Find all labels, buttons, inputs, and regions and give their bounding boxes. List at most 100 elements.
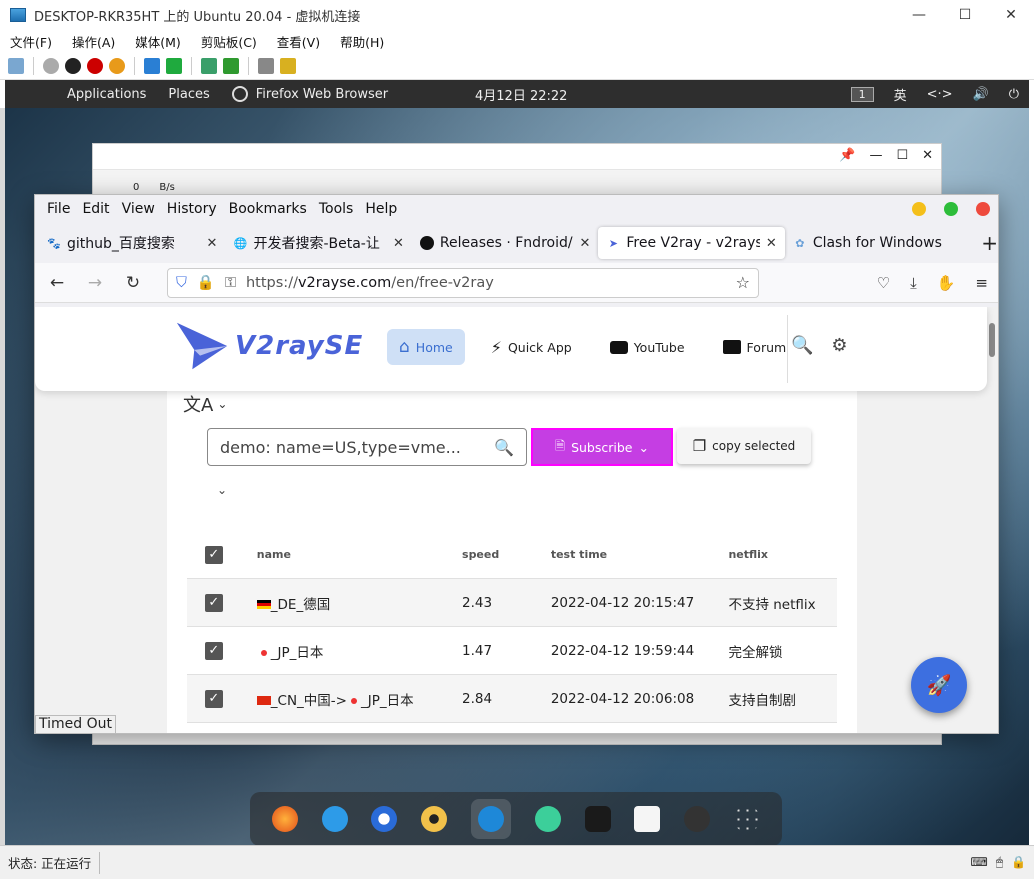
filter-input[interactable]: demo: name=US,type=vme... 🔍 [207,428,527,466]
volume-icon[interactable]: 🔊 [973,87,989,102]
nav-forum[interactable]: Forum [711,329,799,365]
workspace-indicator[interactable]: 1 [850,86,874,102]
input-method-indicator[interactable]: 英 [894,85,907,104]
ctrl-alt-del-icon[interactable] [8,57,24,74]
tab-close-icon[interactable]: ✕ [579,236,590,251]
extension-icon[interactable]: ✋ [937,274,956,292]
start-icon[interactable] [43,57,59,74]
subscribe-button[interactable]: 🗎 Subscribe ⌄ [531,428,673,466]
menu-view[interactable]: View [116,201,161,217]
menu-view[interactable]: 查看(V) [267,32,330,51]
select-all-checkbox[interactable]: ✓ [205,545,223,564]
places-menu[interactable]: Places [168,87,209,102]
tab-close-icon[interactable]: ✕ [393,236,404,251]
language-switcher[interactable]: 文A ⌄ [183,391,227,417]
maximize-dot[interactable] [944,202,958,216]
tab-releases[interactable]: Releases · Fndroid/ ✕ [412,227,598,259]
screenshot-dock-icon[interactable] [634,806,661,832]
tab-close-icon[interactable]: ✕ [766,236,777,251]
table-row[interactable]: ✓ _DE_德国 2.43 2022-04-12 20:15:47 不支持 ne… [187,579,837,627]
mail-dock-icon[interactable] [321,806,348,832]
row-checkbox[interactable]: ✓ [205,689,223,708]
menu-edit[interactable]: Edit [76,201,115,217]
close-button[interactable]: ✕ [988,0,1034,30]
save-state-icon[interactable] [109,57,125,74]
row-checkbox[interactable]: ✓ [205,641,223,660]
terminal-dock-icon[interactable] [584,806,611,832]
shutdown-icon[interactable] [87,57,103,74]
menu-action[interactable]: 操作(A) [62,32,125,51]
browser-dock-icon[interactable] [371,806,398,832]
close-dot[interactable] [976,202,990,216]
table-row[interactable]: ✓ _JP_日本 1.47 2022-04-12 19:59:44 完全解锁 [187,627,837,675]
menu-history[interactable]: History [161,201,223,217]
pause-icon[interactable] [144,57,160,74]
menu-help[interactable]: 帮助(H) [330,32,394,51]
minimize-dot[interactable] [912,202,926,216]
close-icon[interactable]: ✕ [922,148,933,163]
turn-off-icon[interactable] [65,57,81,74]
tab-baidu[interactable]: 🐾 github_百度搜索 ✕ [39,227,225,259]
menu-tools[interactable]: Tools [313,201,360,217]
share-icon[interactable] [280,57,296,74]
expand-filters-chevron-icon[interactable]: ⌄ [217,483,227,497]
back-button[interactable]: ← [45,273,69,293]
forward-button[interactable]: → [83,273,107,293]
reload-button[interactable]: ↻ [121,273,145,293]
table-row[interactable]: ✓ _CN_中国-> _JP_日本 2.84 2022-04-12 20:06:0… [187,675,837,723]
download-icon[interactable]: ⤓ [910,274,917,292]
resume-icon[interactable] [166,57,182,74]
settings-gear-icon[interactable]: ⚙ [831,335,847,356]
network-icon[interactable]: <·> [927,87,953,102]
network-speed-value: 0 [133,182,140,193]
pin-icon[interactable]: 📌 [839,148,855,163]
shield-icon[interactable]: ⛉ [176,275,187,291]
menu-media[interactable]: 媒体(M) [125,32,191,51]
maximize-icon[interactable]: ☐ [896,148,908,163]
power-icon[interactable]: ⏻ [1009,87,1019,102]
hamburger-menu-icon[interactable]: ≡ [975,274,988,292]
menu-file[interactable]: 文件(F) [0,32,62,51]
tab-free-v2ray[interactable]: ➤ Free V2ray - v2rays ✕ [598,227,785,259]
rocket-fab-button[interactable]: 🚀 [911,657,967,713]
trash-dock-icon[interactable] [684,806,711,832]
url-prefix: https:// [245,274,298,291]
dock-selected-item[interactable] [471,799,512,839]
url-bar[interactable]: ⛉ 🔒 ⚿ https://v2rayse.com/en/free-v2ray … [167,267,759,298]
nav-home[interactable]: ⌂ Home [387,329,465,365]
clock[interactable]: 4月12日 22:22 [475,85,567,104]
site-logo[interactable]: V2raySE [173,317,363,375]
minimize-icon[interactable]: — [869,148,882,163]
key-icon[interactable]: ⚿ [225,275,236,291]
copy-selected-button[interactable]: ❐ copy selected [677,428,811,464]
minimize-button[interactable]: — [896,0,942,30]
revert-icon[interactable] [223,57,239,74]
nav-quick-app[interactable]: ⚡ Quick App [479,329,584,365]
pocket-icon[interactable]: ♡ [877,274,890,292]
bookmark-star-icon[interactable]: ☆ [736,273,750,292]
tab-clash[interactable]: ✿ Clash for Windows [785,227,971,259]
app-grid-icon[interactable] [734,806,761,832]
enhanced-session-icon[interactable] [258,57,274,74]
search-icon[interactable]: 🔍 [791,335,813,356]
firefox-dock-icon[interactable] [271,806,298,832]
firefox-menu-bar: File Edit View History Bookmarks Tools H… [35,195,998,223]
new-tab-button[interactable]: + [981,231,998,255]
applications-menu[interactable]: Applications [67,87,146,102]
maximize-button[interactable]: ☐ [942,0,988,30]
menu-help[interactable]: Help [359,201,403,217]
lock-icon[interactable]: 🔒 [197,274,215,291]
nav-youtube[interactable]: YouTube [598,329,697,365]
search-icon[interactable]: 🔍 [494,438,514,457]
menu-bookmarks[interactable]: Bookmarks [223,201,313,217]
app-store-dock-icon[interactable] [534,806,561,832]
tab-close-icon[interactable]: ✕ [207,236,218,251]
row-checkbox[interactable]: ✓ [205,593,223,612]
checkpoint-icon[interactable] [201,57,217,74]
page-scrollbar[interactable] [989,323,995,357]
menu-file[interactable]: File [41,201,76,217]
tab-dev-search[interactable]: 🌐 开发者搜索-Beta-让 ✕ [225,227,411,259]
music-dock-icon[interactable] [421,806,448,832]
menu-clipboard[interactable]: 剪贴板(C) [191,32,267,51]
firefox-launcher[interactable]: Firefox Web Browser [231,86,388,102]
